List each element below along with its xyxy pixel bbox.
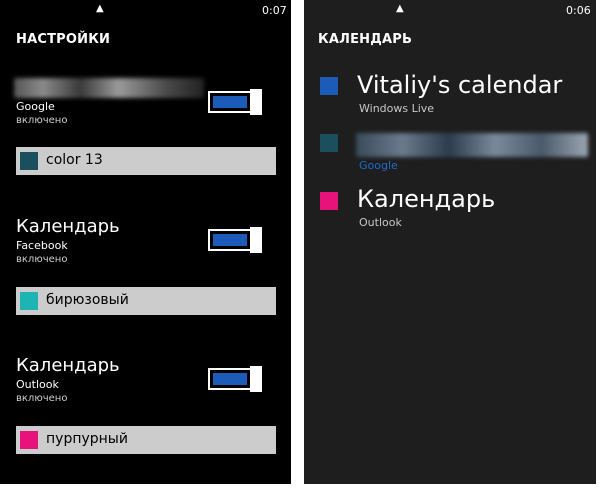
status-time: 0:07 [262,4,287,17]
signal-arrow-icon: ▲ [396,3,404,14]
account-name: Календарь [16,216,120,237]
calendar-color-swatch [320,134,338,152]
account-status: включено [16,254,68,265]
sync-toggle[interactable] [208,227,262,253]
color-swatch [20,431,38,449]
toggle-track [208,368,252,390]
sync-toggle[interactable] [208,366,262,392]
account-status: включено [16,115,68,126]
calendar-source: Outlook [359,216,402,229]
account-provider: Outlook [16,378,59,391]
calendar-source: Google [359,159,398,172]
color-label: пурпурный [46,431,128,447]
account-name: Календарь [16,355,120,376]
calendar-name: Vitaliy's calendar [357,71,563,99]
color-label: color 13 [46,152,103,168]
toggle-fill [213,234,247,246]
sync-toggle[interactable] [208,89,262,115]
account-provider: Google [16,100,55,113]
calendar-color-swatch [320,77,338,95]
page-title: КАЛЕНДАРЬ [318,32,413,47]
toggle-thumb [250,366,262,392]
toggle-track [208,91,252,113]
color-picker[interactable]: пурпурный [16,426,276,454]
account-status: включено [16,393,68,404]
status-time: 0:06 [566,4,591,17]
color-label: бирюзовый [46,292,129,308]
color-picker[interactable]: color 13 [16,147,276,175]
calendar-color-swatch [320,192,338,210]
redacted-account-name [14,78,204,98]
settings-screen: ▲ 0:07 НАСТРОЙКИ Google включено color 1… [0,0,291,484]
account-provider: Facebook [16,239,68,252]
toggle-thumb [250,89,262,115]
toggle-fill [213,373,247,385]
color-swatch [20,292,38,310]
color-swatch [20,152,38,170]
toggle-thumb [250,227,262,253]
toggle-fill [213,96,247,108]
page-title: НАСТРОЙКИ [16,32,111,47]
calendar-list-screen: ▲ 0:06 КАЛЕНДАРЬ Vitaliy's calendar Wind… [304,0,596,484]
calendar-source: Windows Live [359,102,435,115]
calendar-name: Календарь [357,185,496,213]
toggle-track [208,229,252,251]
color-picker[interactable]: бирюзовый [16,287,276,315]
redacted-calendar-name [356,133,588,157]
signal-arrow-icon: ▲ [96,3,104,14]
